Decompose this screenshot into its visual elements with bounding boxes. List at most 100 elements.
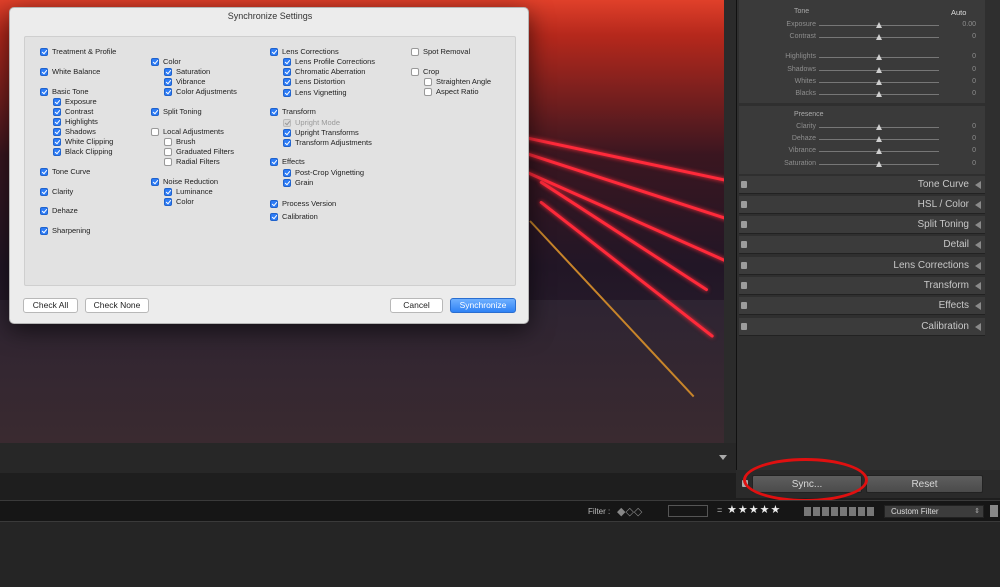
checkbox[interactable] bbox=[283, 78, 291, 86]
slider-value[interactable]: 0 bbox=[972, 147, 976, 154]
sync-option-dehaze[interactable]: Dehaze bbox=[40, 206, 78, 216]
sync-option-sharpening[interactable]: Sharpening bbox=[40, 226, 90, 236]
checkbox[interactable] bbox=[53, 128, 61, 136]
checkbox[interactable] bbox=[40, 188, 48, 196]
panel-toggle-icon[interactable] bbox=[741, 323, 747, 330]
sync-option-local-adjustments[interactable]: Local Adjustments bbox=[151, 127, 224, 137]
sync-option-transform-adjustments[interactable]: Transform Adjustments bbox=[283, 138, 372, 148]
checkbox[interactable] bbox=[40, 68, 48, 76]
sync-option-contrast[interactable]: Contrast bbox=[53, 107, 93, 117]
sync-option-black-clipping[interactable]: Black Clipping bbox=[53, 147, 113, 157]
checkbox[interactable] bbox=[411, 48, 419, 56]
color-label-filter-icon[interactable] bbox=[668, 505, 708, 517]
sync-option-lens-corrections[interactable]: Lens Corrections bbox=[270, 47, 339, 57]
panel-toggle-icon[interactable] bbox=[741, 221, 747, 228]
slider-shadows[interactable]: Shadows 0 bbox=[739, 66, 985, 76]
sync-option-radial-filters[interactable]: Radial Filters bbox=[164, 157, 220, 167]
sync-option-upright-transforms[interactable]: Upright Transforms bbox=[283, 128, 359, 138]
checkbox[interactable] bbox=[40, 207, 48, 215]
checkbox[interactable] bbox=[283, 179, 291, 187]
checkbox[interactable] bbox=[40, 168, 48, 176]
slider-vibrance[interactable]: Vibrance 0 bbox=[739, 147, 985, 157]
auto-button[interactable]: Auto bbox=[951, 8, 966, 17]
panel-toggle-icon[interactable] bbox=[741, 181, 747, 188]
slider-dehaze[interactable]: Dehaze 0 bbox=[739, 135, 985, 145]
panel-header-split-toning[interactable]: Split Toning bbox=[739, 216, 985, 234]
checkbox[interactable] bbox=[151, 178, 159, 186]
expand-triangle-icon[interactable] bbox=[975, 282, 981, 290]
checkbox[interactable] bbox=[283, 58, 291, 66]
sync-option-transform[interactable]: Transform bbox=[270, 107, 316, 117]
sync-option-straighten-angle[interactable]: Straighten Angle bbox=[424, 77, 491, 87]
checkbox[interactable] bbox=[164, 138, 172, 146]
sync-option-process-version[interactable]: Process Version bbox=[270, 199, 336, 209]
slider-knob[interactable] bbox=[876, 148, 882, 154]
color-swatch-filter[interactable] bbox=[804, 507, 874, 516]
checkbox[interactable] bbox=[164, 198, 172, 206]
checkbox[interactable] bbox=[53, 108, 61, 116]
sync-option-color[interactable]: Color bbox=[164, 197, 194, 207]
checkbox[interactable] bbox=[283, 169, 291, 177]
sync-option-lens-distortion[interactable]: Lens Distortion bbox=[283, 77, 345, 87]
slider-clarity[interactable]: Clarity 0 bbox=[739, 123, 985, 133]
slider-knob[interactable] bbox=[876, 136, 882, 142]
flag-filter-icons[interactable]: ◆◇◇ bbox=[617, 505, 642, 518]
sync-option-post-crop-vignetting[interactable]: Post-Crop Vignetting bbox=[283, 168, 364, 178]
cancel-button[interactable]: Cancel bbox=[390, 298, 443, 313]
sync-option-noise-reduction[interactable]: Noise Reduction bbox=[151, 177, 218, 187]
slider-knob[interactable] bbox=[876, 22, 882, 28]
custom-filter-select[interactable]: Custom Filter ⇕ bbox=[884, 505, 984, 518]
panel-header-tone-curve[interactable]: Tone Curve bbox=[739, 176, 985, 194]
checkbox[interactable] bbox=[270, 200, 278, 208]
checkbox[interactable] bbox=[164, 158, 172, 166]
sync-option-vibrance[interactable]: Vibrance bbox=[164, 77, 205, 87]
panel-header-transform[interactable]: Transform bbox=[739, 277, 985, 295]
slider-value[interactable]: 0 bbox=[972, 135, 976, 142]
slider-knob[interactable] bbox=[876, 67, 882, 73]
rating-operator[interactable]: = bbox=[717, 505, 722, 515]
checkbox[interactable] bbox=[164, 88, 172, 96]
sync-option-white-clipping[interactable]: White Clipping bbox=[53, 137, 113, 147]
panel-header-detail[interactable]: Detail bbox=[739, 236, 985, 254]
checkbox[interactable] bbox=[424, 88, 432, 96]
checkbox[interactable] bbox=[270, 108, 278, 116]
slider-knob[interactable] bbox=[876, 161, 882, 167]
synchronize-button[interactable]: Synchronize bbox=[450, 298, 516, 313]
sync-option-color-adjustments[interactable]: Color Adjustments bbox=[164, 87, 237, 97]
expand-triangle-icon[interactable] bbox=[975, 221, 981, 229]
panel-header-hsl-color[interactable]: HSL / Color bbox=[739, 196, 985, 214]
sync-option-saturation[interactable]: Saturation bbox=[164, 67, 210, 77]
panel-header-lens-corrections[interactable]: Lens Corrections bbox=[739, 257, 985, 275]
expand-triangle-icon[interactable] bbox=[975, 201, 981, 209]
checkbox[interactable] bbox=[164, 78, 172, 86]
checkbox[interactable] bbox=[270, 158, 278, 166]
expand-triangle-icon[interactable] bbox=[975, 262, 981, 270]
slider-value[interactable]: 0 bbox=[972, 66, 976, 73]
panel-toggle-icon[interactable] bbox=[741, 201, 747, 208]
sync-option-lens-profile-corrections[interactable]: Lens Profile Corrections bbox=[283, 57, 375, 67]
sync-option-shadows[interactable]: Shadows bbox=[53, 127, 96, 137]
panel-toggle-icon[interactable] bbox=[741, 241, 747, 248]
expand-triangle-icon[interactable] bbox=[975, 302, 981, 310]
checkbox[interactable] bbox=[53, 148, 61, 156]
panel-toggle-icon[interactable] bbox=[741, 262, 747, 269]
slider-highlights[interactable]: Highlights 0 bbox=[739, 53, 985, 63]
slider-knob[interactable] bbox=[876, 54, 882, 60]
checkbox[interactable] bbox=[53, 118, 61, 126]
checkbox[interactable] bbox=[164, 188, 172, 196]
slider-value[interactable]: 0 bbox=[972, 33, 976, 40]
check-all-button[interactable]: Check All bbox=[23, 298, 78, 313]
expand-triangle-icon[interactable] bbox=[975, 241, 981, 249]
slider-knob[interactable] bbox=[876, 124, 882, 130]
sync-option-basic-tone[interactable]: Basic Tone bbox=[40, 87, 89, 97]
sync-option-grain[interactable]: Grain bbox=[283, 178, 313, 188]
checkbox[interactable] bbox=[164, 148, 172, 156]
sync-option-exposure[interactable]: Exposure bbox=[53, 97, 97, 107]
checkbox[interactable] bbox=[283, 129, 291, 137]
checkbox[interactable] bbox=[270, 213, 278, 221]
slider-knob[interactable] bbox=[876, 79, 882, 85]
slider-knob[interactable] bbox=[876, 34, 882, 40]
sync-option-white-balance[interactable]: White Balance bbox=[40, 67, 100, 77]
reset-button[interactable]: Reset bbox=[866, 475, 983, 493]
toolbar-dropdown-icon[interactable] bbox=[719, 455, 727, 460]
